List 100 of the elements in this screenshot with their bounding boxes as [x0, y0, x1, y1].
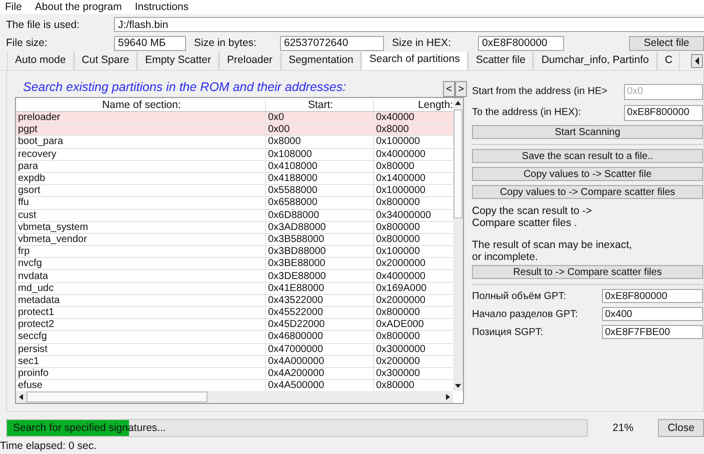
table-row[interactable]: gsort 0x5588000 0x1000000 [16, 185, 453, 198]
size-label: Size in bytes: [194, 37, 258, 49]
action-button[interactable]: Save the scan result to a file.. [472, 149, 703, 163]
table-cell: metadata [16, 294, 266, 306]
table-row[interactable]: proinfo 0x4A200000 0x300000 [16, 368, 453, 380]
table-cell-text: 0x169A000 [375, 282, 428, 294]
table-row[interactable]: metadata 0x43522000 0x2000000 [16, 294, 453, 307]
table-row[interactable]: cust 0x6D88000 0x34000000 [16, 210, 453, 222]
size-label: Size in HEX: [392, 37, 452, 49]
table-cell: 0x3B588000 [266, 234, 374, 245]
table-row[interactable]: sec1 0x4A000000 0x200000 [16, 356, 453, 368]
table-cell: vbmeta_system [16, 222, 266, 233]
action-button[interactable]: Copy values to -> Compare scatter files [472, 185, 703, 199]
table-row[interactable]: pgpt 0x00 0x8000 [16, 124, 453, 136]
table-row[interactable]: vbmeta_system 0x3AD88000 0x800000 [16, 222, 453, 234]
close-button[interactable]: Close [658, 419, 704, 437]
column-header[interactable]: Name of section: [16, 98, 266, 110]
vertical-scrollbar[interactable] [453, 98, 463, 391]
result-button[interactable]: Result to -> Compare scatter files [472, 265, 703, 279]
table-cell-text: 0x800000 [375, 307, 421, 318]
table-cell: 0x6D88000 [266, 210, 374, 221]
table-cell-text: 0x800000 [375, 197, 421, 208]
tab[interactable]: Search of partitions [361, 52, 468, 70]
table-cell-text: 0x2000000 [375, 294, 426, 306]
table-cell-text: 0x800000 [375, 234, 421, 245]
table-cell: md_udc [16, 282, 266, 294]
table-cell-text: 0x100000 [375, 246, 421, 258]
tab[interactable]: C [656, 52, 680, 70]
info-text: Copy the scan result to -> Compare scatter files . [472, 205, 593, 229]
table-cell: expdb [16, 173, 266, 184]
nav-button[interactable]: > [455, 81, 467, 97]
scroll-left-icon[interactable] [691, 54, 703, 68]
table-row[interactable]: persist 0x47000000 0x3000000 [16, 344, 453, 356]
table-row[interactable]: vbmeta_vendor 0x3B588000 0x800000 [16, 234, 453, 246]
menu-item[interactable]: About the program [34, 1, 122, 13]
gpt-label: Начало разделов GPT: [472, 308, 579, 320]
table-cell: 0x5588000 [266, 185, 374, 196]
table-cell: cust [16, 210, 266, 221]
table-row[interactable]: protect1 0x45522000 0x800000 [16, 307, 453, 320]
table-cell: para [16, 160, 266, 172]
tab[interactable]: Empty Scatter [137, 52, 220, 70]
table-row[interactable]: nvcfg 0x3BE88000 0x2000000 [16, 258, 453, 270]
column-header[interactable]: Start: [266, 98, 374, 110]
horizontal-scrollbar[interactable] [16, 391, 453, 403]
table-cell: 0x4108000 [266, 160, 374, 172]
column-header[interactable]: Length: [374, 98, 453, 110]
address-field[interactable]: 0xE8F800000 [624, 104, 703, 120]
table-cell: 0x4A000000 [266, 356, 374, 367]
table-cell: 0x47000000 [266, 344, 374, 355]
menu-item[interactable]: Instructions [134, 1, 189, 13]
table-row[interactable]: ffu 0x6588000 0x800000 [16, 197, 453, 210]
table-row[interactable]: nvdata 0x3DE88000 0x4000000 [16, 270, 453, 283]
table-cell-text: 0x34000000 [375, 210, 432, 221]
table-cell-text: 0x80000 [375, 160, 416, 172]
tab[interactable]: Preloader [219, 52, 281, 70]
table-cell: vbmeta_vendor [16, 234, 266, 245]
table-cell: ffu [16, 197, 266, 208]
section-heading: Search existing partitions in the ROM and their addresses: [22, 80, 348, 96]
table-cell: 0x3BD88000 [266, 246, 374, 258]
table-cell: 0x4A200000 [266, 368, 374, 380]
table-cell: preloader [16, 112, 266, 124]
tab[interactable]: Dumchar_info, Partinfo [533, 52, 657, 70]
size-field[interactable]: 62537072640 [280, 36, 384, 50]
file-path-field[interactable]: J:/flash.bin [114, 17, 704, 32]
table-cell: boot_para [16, 136, 266, 148]
gpt-field[interactable]: 0xE8F800000 [602, 289, 703, 303]
address-label: To the address (in HEX): [472, 107, 582, 118]
table-cell: 0x00 [266, 124, 374, 136]
tab[interactable]: Cut Spare [74, 52, 138, 70]
start-scanning-button[interactable]: Start Scanning [472, 125, 703, 139]
table-cell: 0x46800000 [266, 331, 374, 342]
size-field[interactable]: 59640 МБ [114, 36, 186, 50]
table-cell: 0x6588000 [266, 197, 374, 208]
size-field[interactable]: 0xE8F800000 [478, 36, 564, 50]
table-cell: proinfo [16, 368, 266, 380]
table-row[interactable]: boot_para 0x8000 0x100000 [16, 136, 453, 149]
table-row[interactable]: protect2 0x45D22000 0xADE000 [16, 319, 453, 332]
table-row[interactable]: recovery 0x108000 0x4000000 [16, 148, 453, 161]
tab[interactable]: Segmentation [280, 52, 362, 70]
table-cell: 0x43522000 [266, 294, 374, 306]
table-cell-text: 0x4000000 [375, 270, 426, 282]
table-cell: 0x45D22000 [266, 319, 374, 330]
gpt-label: Позиция SGPT: [472, 326, 544, 338]
table-cell: 0x108000 [266, 148, 374, 160]
table-cell: protect1 [16, 307, 266, 318]
gpt-field[interactable]: 0xE8F7FBE00 [602, 325, 703, 339]
size-label: File size: [6, 37, 48, 49]
menu-item[interactable]: File [5, 1, 22, 13]
table-row[interactable]: para 0x4108000 0x80000 [16, 160, 453, 173]
table-row[interactable]: md_udc 0x41E88000 0x169A000 [16, 282, 453, 295]
table-row[interactable]: expdb 0x4188000 0x1400000 [16, 172, 453, 186]
tab[interactable]: Auto mode [7, 52, 74, 70]
gpt-field[interactable]: 0x400 [602, 307, 703, 321]
table-row[interactable]: frp 0x3BD88000 0x100000 [16, 246, 453, 258]
tab[interactable]: Scatter file [468, 52, 534, 70]
select-file-button[interactable]: Select file [629, 36, 704, 50]
nav-button[interactable]: < [443, 81, 455, 97]
table-row[interactable]: preloader 0x0 0x40000 [16, 112, 453, 124]
table-row[interactable]: seccfg 0x46800000 0x800000 [16, 331, 453, 344]
action-button[interactable]: Copy values to -> Scatter file [472, 167, 703, 181]
